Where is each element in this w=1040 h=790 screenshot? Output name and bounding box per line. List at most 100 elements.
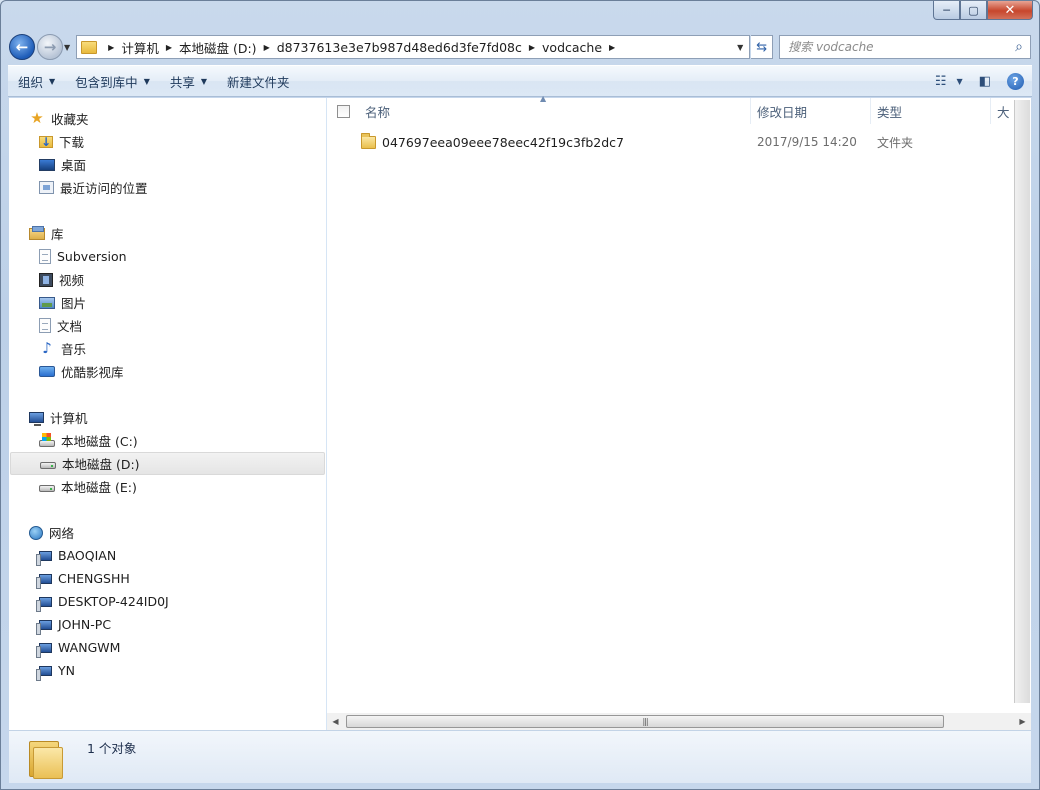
music-library-icon: ♪ <box>42 339 52 357</box>
forward-button[interactable]: → <box>37 34 63 60</box>
nav-item-yn[interactable]: YN <box>9 659 326 682</box>
preview-pane-button[interactable]: ◧ <box>971 70 999 92</box>
address-bar[interactable]: ▶ 计算机 ▶ 本地磁盘 (D:) ▶ d8737613e3e7b987d48e… <box>76 35 751 59</box>
nav-item-label: 下载 <box>59 135 85 150</box>
include-in-library-label: 包含到库中 <box>75 74 138 90</box>
select-all-checkbox[interactable] <box>327 98 359 124</box>
file-type: 文件夹 <box>877 135 914 150</box>
nav-item-label: YN <box>58 663 75 678</box>
vertical-scrollbar[interactable] <box>1014 98 1031 730</box>
file-row[interactable]: 047697eea09eee78eec42f19c3fb2dc7 2017/9/… <box>327 130 1031 154</box>
horizontal-scroll-thumb[interactable]: ||| <box>346 715 944 728</box>
file-list-pane: ▲ 名称 修改日期 类型 大 047697eea09eee78eec42f19c… <box>327 94 1031 730</box>
organize-label: 组织 <box>18 74 44 90</box>
nav-item-wangwm[interactable]: WANGWM <box>9 636 326 659</box>
nav-item-label: 最近访问的位置 <box>60 181 148 196</box>
navigation-pane: ★ 收藏夹 下载 桌面 最近访问的位置 库 Subversion 视频 图片 文档… <box>9 98 327 730</box>
caption-buttons: ─ ▢ ✕ <box>933 1 1033 20</box>
breadcrumb-arrow-icon[interactable]: ▶ <box>159 43 179 52</box>
document-library-icon <box>39 318 51 333</box>
maximize-button[interactable]: ▢ <box>960 1 987 20</box>
youku-library-icon <box>39 366 55 377</box>
column-size-label: 大 <box>997 104 1010 120</box>
help-icon: ? <box>1007 72 1024 90</box>
horizontal-scroll-track[interactable]: ||| <box>344 714 1014 729</box>
drive-icon <box>40 462 56 469</box>
drive-icon <box>39 485 55 492</box>
breadcrumb-arrow-icon[interactable]: ▶ <box>257 43 277 52</box>
nav-item-drive-c[interactable]: 本地磁盘 (C:) <box>9 429 326 452</box>
new-folder-button[interactable]: 新建文件夹 <box>217 70 300 92</box>
breadcrumb-vodcache[interactable]: vodcache ▶ <box>542 36 622 58</box>
scroll-right-arrow-icon[interactable]: ▶ <box>1014 713 1031 730</box>
refresh-button[interactable]: ⇆ <box>751 35 774 59</box>
view-controls: ☷ ▼ ◧ ? <box>927 70 1032 92</box>
nav-group-libraries[interactable]: 库 <box>9 222 326 245</box>
breadcrumb-label: d8737613e3e7b987d48ed6d3fe7fd08c <box>276 39 522 55</box>
breadcrumb-root[interactable]: ▶ <box>101 36 121 58</box>
search-box[interactable]: ⌕ <box>779 35 1031 59</box>
subversion-library-icon <box>39 249 51 264</box>
nav-item-downloads[interactable]: 下载 <box>9 130 326 153</box>
back-button[interactable]: ← <box>9 34 35 60</box>
nav-item-drive-d[interactable]: 本地磁盘 (D:) <box>10 452 325 475</box>
minimize-button[interactable]: ─ <box>933 1 960 20</box>
column-type[interactable]: 类型 <box>871 98 991 124</box>
column-modified[interactable]: 修改日期 <box>751 98 871 124</box>
nav-item-drive-e[interactable]: 本地磁盘 (E:) <box>9 475 326 498</box>
file-modified: 2017/9/15 14:20 <box>757 135 857 149</box>
nav-group-label: 收藏夹 <box>51 112 89 127</box>
nav-item-documents[interactable]: 文档 <box>9 314 326 337</box>
recent-pages-dropdown-icon[interactable]: ▼ <box>64 43 70 52</box>
preview-pane-icon: ◧ <box>978 73 991 89</box>
vertical-scroll-thumb[interactable] <box>1014 100 1030 703</box>
nav-item-label: 本地磁盘 (D:) <box>62 457 140 472</box>
breadcrumb-label: vodcache <box>542 39 603 55</box>
breadcrumb-label: 计算机 <box>121 40 159 56</box>
network-computer-icon <box>36 573 52 589</box>
nav-item-baoqian[interactable]: BAOQIAN <box>9 544 326 567</box>
share-menu[interactable]: 共享 ▼ <box>160 70 217 92</box>
change-view-button[interactable]: ☷ ▼ <box>927 70 971 92</box>
scroll-left-arrow-icon[interactable]: ◀ <box>327 713 344 730</box>
breadcrumb-arrow-icon[interactable]: ▶ <box>522 43 542 52</box>
breadcrumb-computer[interactable]: 计算机 ▶ <box>121 36 179 58</box>
column-name[interactable]: 名称 <box>359 98 751 124</box>
nav-item-desktop-424id0j[interactable]: DESKTOP-424ID0J <box>9 590 326 613</box>
breadcrumb-hash-folder[interactable]: d8737613e3e7b987d48ed6d3fe7fd08c ▶ <box>277 36 542 58</box>
navigation-bar: ← → ▼ ▶ 计算机 ▶ 本地磁盘 (D:) ▶ d8737613e3e7b9… <box>9 31 1031 63</box>
breadcrumb-drive-d[interactable]: 本地磁盘 (D:) ▶ <box>179 36 277 58</box>
nav-group-favorites[interactable]: ★ 收藏夹 <box>9 107 326 130</box>
nav-item-videos[interactable]: 视频 <box>9 268 326 291</box>
nav-item-john-pc[interactable]: JOHN-PC <box>9 613 326 636</box>
help-button[interactable]: ? <box>999 70 1032 92</box>
breadcrumb-arrow-icon[interactable]: ▶ <box>602 43 622 52</box>
search-icon[interactable]: ⌕ <box>1008 39 1030 55</box>
network-computer-icon <box>36 619 52 635</box>
include-in-library-menu[interactable]: 包含到库中 ▼ <box>65 70 160 92</box>
nav-item-pictures[interactable]: 图片 <box>9 291 326 314</box>
nav-item-label: 本地磁盘 (C:) <box>61 434 138 449</box>
nav-item-desktop[interactable]: 桌面 <box>9 153 326 176</box>
nav-item-label: 图片 <box>61 296 87 311</box>
column-name-label: 名称 <box>365 104 391 120</box>
nav-item-youku[interactable]: 优酷影视库 <box>9 360 326 383</box>
organize-menu[interactable]: 组织 ▼ <box>8 70 65 92</box>
nav-item-chengshh[interactable]: CHENGSHH <box>9 567 326 590</box>
chevron-down-icon: ▼ <box>49 76 56 86</box>
horizontal-scrollbar[interactable]: ◀ ||| ▶ <box>327 713 1031 730</box>
nav-group-label: 计算机 <box>50 411 88 426</box>
breadcrumb-arrow-icon[interactable]: ▶ <box>101 43 121 52</box>
nav-group-network[interactable]: 网络 <box>9 521 326 544</box>
nav-group-computer[interactable]: 计算机 <box>9 406 326 429</box>
forward-arrow-icon: → <box>43 38 57 56</box>
checkbox-icon <box>336 104 350 118</box>
nav-item-recent-places[interactable]: 最近访问的位置 <box>9 176 326 199</box>
nav-item-label: 本地磁盘 (E:) <box>61 480 137 495</box>
close-button[interactable]: ✕ <box>987 1 1033 20</box>
nav-item-subversion[interactable]: Subversion <box>9 245 326 268</box>
search-input[interactable] <box>788 40 1008 54</box>
address-history-dropdown-icon[interactable]: ▼ <box>731 36 749 58</box>
nav-item-music[interactable]: ♪ 音乐 <box>9 337 326 360</box>
